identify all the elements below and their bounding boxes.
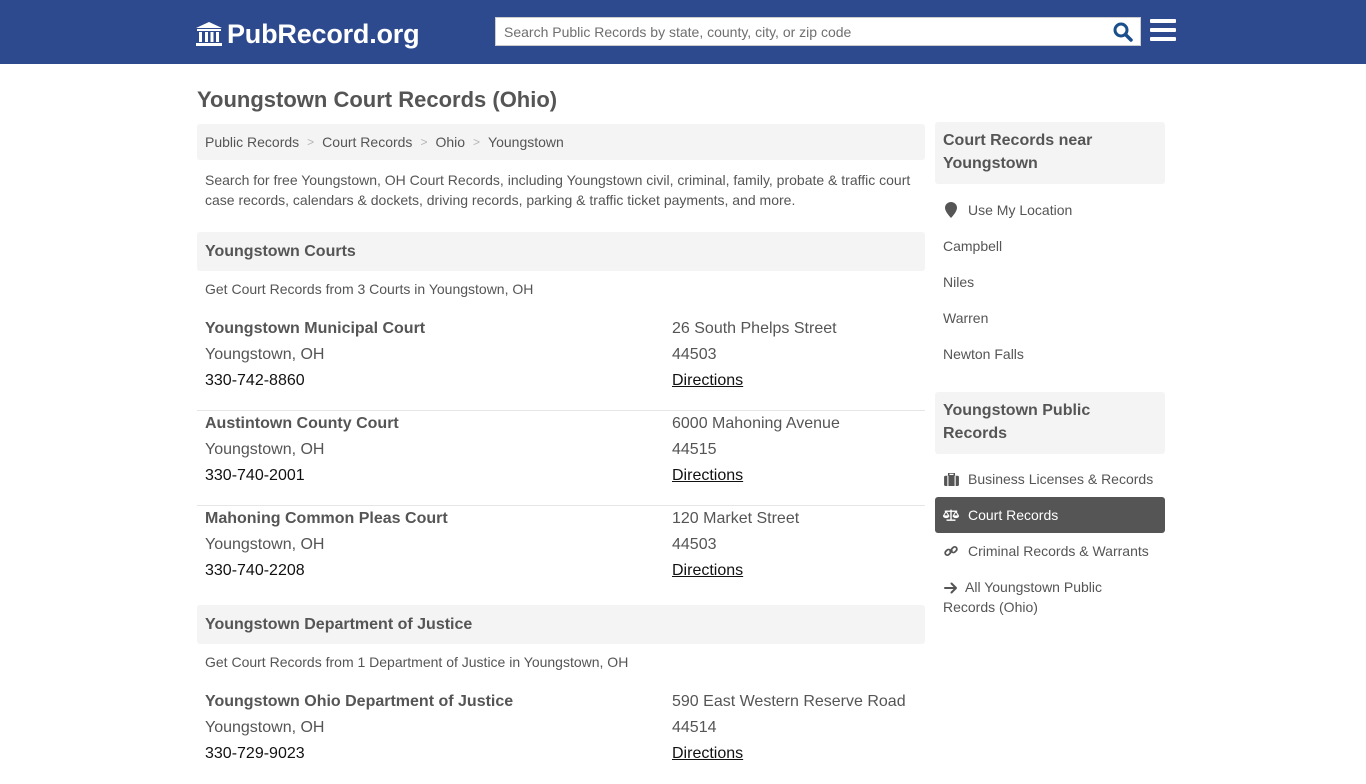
court-listing: Mahoning Common Pleas Court Youngstown, … bbox=[197, 506, 925, 601]
court-zip: 44514 bbox=[672, 719, 717, 736]
sidebar-nearby-heading: Court Records near Youngstown bbox=[935, 122, 1165, 184]
search-input[interactable] bbox=[496, 18, 1106, 45]
directions-link[interactable]: Directions bbox=[672, 372, 743, 389]
briefcase-icon bbox=[943, 471, 959, 487]
search-icon bbox=[1113, 22, 1133, 42]
page-title: Youngstown Court Records (Ohio) bbox=[197, 87, 558, 112]
search-bar bbox=[495, 17, 1141, 46]
breadcrumb-court-records[interactable]: Court Records bbox=[322, 134, 412, 150]
court-phone[interactable]: 330-740-2208 bbox=[205, 558, 448, 584]
court-city: Youngstown, OH bbox=[205, 719, 325, 736]
link-icon bbox=[943, 543, 959, 559]
site-logo[interactable]: PubRecord.org bbox=[195, 18, 420, 50]
sidebar-item-label: All Youngstown Public Records (Ohio) bbox=[943, 579, 1102, 615]
nearby-city-link[interactable]: Niles bbox=[935, 272, 1165, 292]
hamburger-menu-icon bbox=[1150, 19, 1176, 41]
search-button[interactable] bbox=[1112, 21, 1134, 43]
section-subtitle: Get Court Records from 3 Courts in Young… bbox=[205, 281, 534, 297]
intro-text: Search for free Youngstown, OH Court Rec… bbox=[205, 172, 911, 208]
court-zip: 44503 bbox=[672, 346, 717, 363]
court-city: Youngstown, OH bbox=[205, 346, 325, 363]
court-listing: Austintown County Court Youngstown, OH 3… bbox=[197, 411, 925, 506]
hamburger-menu-button[interactable] bbox=[1150, 19, 1176, 43]
breadcrumb-public-records[interactable]: Public Records bbox=[205, 134, 299, 150]
court-zip: 44515 bbox=[672, 441, 717, 458]
court-phone[interactable]: 330-729-9023 bbox=[205, 741, 513, 767]
court-address: 120 Market Street bbox=[672, 510, 800, 527]
use-my-location-link[interactable]: Use My Location bbox=[935, 200, 1165, 220]
court-listing: Youngstown Ohio Department of Justice Yo… bbox=[197, 689, 925, 784]
breadcrumb-ohio[interactable]: Ohio bbox=[435, 134, 465, 150]
courthouse-icon bbox=[196, 22, 222, 46]
top-navbar: PubRecord.org bbox=[0, 0, 1366, 64]
court-name: Austintown County Court bbox=[205, 415, 399, 432]
balance-scale-icon bbox=[943, 507, 959, 523]
nearby-city-link[interactable]: Warren bbox=[935, 308, 1165, 328]
court-name: Mahoning Common Pleas Court bbox=[205, 510, 448, 527]
use-my-location-label: Use My Location bbox=[968, 202, 1073, 218]
sidebar-item-label: Business Licenses & Records bbox=[968, 471, 1154, 487]
arrow-right-icon bbox=[943, 580, 959, 596]
breadcrumb-separator: > bbox=[420, 135, 428, 149]
court-city: Youngstown, OH bbox=[205, 441, 325, 458]
court-name: Youngstown Municipal Court bbox=[205, 320, 426, 337]
breadcrumb: Public Records > Court Records > Ohio > … bbox=[197, 124, 925, 160]
court-zip: 44503 bbox=[672, 536, 717, 553]
sidebar-item-court-records[interactable]: Court Records bbox=[935, 497, 1165, 533]
section-heading: Youngstown Courts bbox=[197, 232, 925, 271]
directions-link[interactable]: Directions bbox=[672, 562, 743, 579]
court-phone[interactable]: 330-742-8860 bbox=[205, 368, 425, 394]
court-city: Youngstown, OH bbox=[205, 536, 325, 553]
logo-text: PubRecord.org bbox=[227, 18, 420, 49]
court-name: Youngstown Ohio Department of Justice bbox=[205, 693, 514, 710]
nearby-city-link[interactable]: Campbell bbox=[935, 236, 1165, 256]
breadcrumb-youngstown[interactable]: Youngstown bbox=[488, 134, 564, 150]
breadcrumb-separator: > bbox=[307, 135, 315, 149]
sidebar-public-records-heading: Youngstown Public Records bbox=[935, 392, 1165, 454]
sidebar-item-label: Court Records bbox=[968, 507, 1059, 523]
directions-link[interactable]: Directions bbox=[672, 467, 743, 484]
court-phone[interactable]: 330-740-2001 bbox=[205, 463, 399, 489]
map-marker-icon bbox=[943, 202, 959, 218]
court-address: 26 South Phelps Street bbox=[672, 320, 837, 337]
sidebar-item-business-licenses[interactable]: Business Licenses & Records bbox=[935, 469, 1165, 489]
sidebar-item-criminal-records[interactable]: Criminal Records & Warrants bbox=[935, 541, 1165, 561]
section-subtitle: Get Court Records from 1 Department of J… bbox=[205, 654, 629, 670]
court-address: 590 East Western Reserve Road bbox=[672, 693, 906, 710]
court-address: 6000 Mahoning Avenue bbox=[672, 415, 840, 432]
court-listing: Youngstown Municipal Court Youngstown, O… bbox=[197, 316, 925, 411]
section-heading: Youngstown Department of Justice bbox=[197, 605, 925, 644]
breadcrumb-separator: > bbox=[473, 135, 481, 149]
nearby-city-link[interactable]: Newton Falls bbox=[935, 344, 1165, 364]
directions-link[interactable]: Directions bbox=[672, 745, 743, 762]
sidebar-item-all-public-records[interactable]: All Youngstown Public Records (Ohio) bbox=[935, 577, 1135, 619]
sidebar-item-label: Criminal Records & Warrants bbox=[968, 543, 1149, 559]
